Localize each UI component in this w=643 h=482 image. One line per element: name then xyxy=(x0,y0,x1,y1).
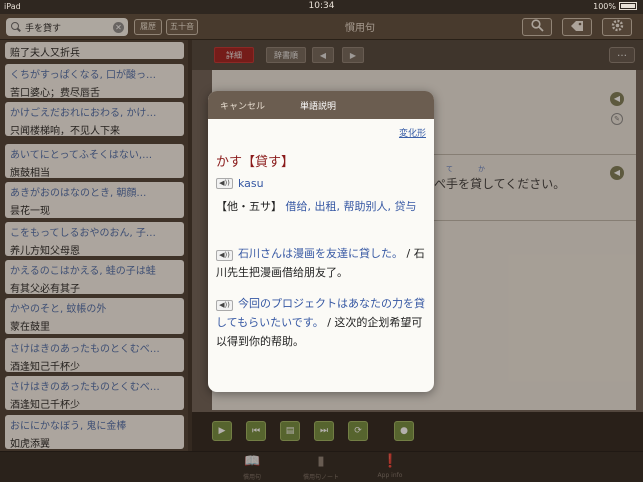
part-of-speech: 【他・五サ】 xyxy=(216,200,282,213)
cancel-button[interactable]: キャンセル xyxy=(220,99,265,112)
word-explanation-popover: キャンセル 単語説明 変化形 かす【貸す】 ◀)) kasu 【他・五サ】 借给… xyxy=(208,91,434,392)
pronunciation-row: ◀)) kasu xyxy=(216,177,264,190)
speaker-icon[interactable]: ◀)) xyxy=(216,300,233,311)
clock: 10:34 xyxy=(308,1,335,11)
speaker-icon[interactable]: ◀)) xyxy=(216,250,233,261)
status-bar: iPad 10:34 100% xyxy=(0,0,643,14)
definition: 【他・五サ】 借给, 出租, 帮助别人, 贷与 xyxy=(216,197,428,216)
battery-icon xyxy=(619,2,637,10)
example-1: ◀)) 石川さんは漫画を友達に貸した。 / 石川先生把漫画借给朋友了。 xyxy=(216,244,428,282)
speaker-icon[interactable]: ◀)) xyxy=(216,178,233,189)
example-1-japanese: 石川さんは漫画を友達に貸した。 xyxy=(238,247,403,260)
meaning: 借给, 出租, 帮助别人, 贷与 xyxy=(285,200,417,213)
popover-header: キャンセル 単語説明 xyxy=(208,91,434,119)
romaji: kasu xyxy=(238,177,264,190)
popover-title: 単語説明 xyxy=(300,102,337,112)
example-2: ◀)) 今回のプロジェクトはあなたの力を貸してもらいたいです。 / 这次的企划希望… xyxy=(216,294,428,351)
battery-percent: 100% xyxy=(593,2,616,11)
headword: かす【貸す】 xyxy=(216,155,295,170)
battery-indicator: 100% xyxy=(593,2,637,11)
inflection-link[interactable]: 変化形 xyxy=(399,126,426,139)
